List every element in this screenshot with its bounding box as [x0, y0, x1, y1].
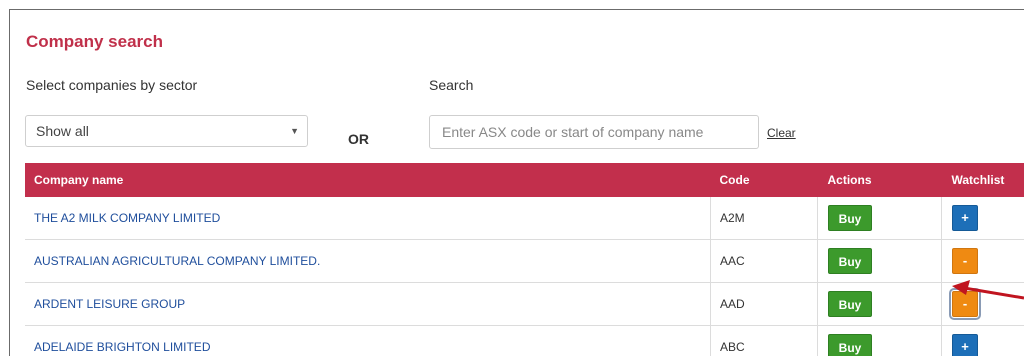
buy-button[interactable]: Buy: [828, 248, 872, 274]
company-code: AAC: [720, 254, 745, 268]
header-code[interactable]: Code: [711, 163, 818, 197]
table-row: THE A2 MILK COMPANY LIMITED A2M Buy +: [25, 197, 1024, 240]
page-title: Company search: [26, 32, 163, 51]
watchlist-add-button[interactable]: +: [952, 334, 978, 356]
watchlist-remove-button[interactable]: -: [952, 248, 978, 274]
company-search-panel: Company search Select companies by secto…: [9, 9, 1024, 356]
buy-button[interactable]: Buy: [828, 334, 872, 356]
sector-select-value: Show all: [36, 123, 89, 139]
header-actions: Actions: [827, 173, 872, 187]
table-row: ADELAIDE BRIGHTON LIMITED ABC Buy +: [25, 325, 1024, 356]
company-name-link[interactable]: AUSTRALIAN AGRICULTURAL COMPANY LIMITED.: [34, 254, 320, 268]
company-code: ABC: [720, 340, 745, 354]
header-watchlist: Watchlist: [951, 173, 1005, 187]
table-row: ARDENT LEISURE GROUP AAD Buy -: [25, 282, 1024, 326]
search-input[interactable]: [429, 115, 759, 149]
sector-label: Select companies by sector: [26, 77, 198, 93]
company-code: AAD: [720, 297, 745, 311]
company-table: Company name Code Actions Watchlist THE …: [25, 163, 1024, 356]
table-row: AUSTRALIAN AGRICULTURAL COMPANY LIMITED.…: [25, 239, 1024, 283]
company-name-link[interactable]: THE A2 MILK COMPANY LIMITED: [34, 211, 220, 225]
watchlist-add-button[interactable]: +: [952, 205, 978, 231]
company-name-link[interactable]: ARDENT LEISURE GROUP: [34, 297, 185, 311]
red-arrow-icon: [952, 280, 1024, 300]
buy-button[interactable]: Buy: [828, 291, 872, 317]
search-label: Search: [429, 77, 474, 93]
caret-down-icon: ▼: [290, 126, 299, 136]
header-company-name[interactable]: Company name: [25, 163, 711, 197]
company-code: A2M: [720, 211, 745, 225]
table-header-row: Company name Code Actions Watchlist: [25, 163, 1024, 197]
clear-link[interactable]: Clear: [767, 126, 796, 140]
sector-select[interactable]: Show all ▼: [25, 115, 308, 147]
or-label: OR: [348, 131, 369, 147]
company-name-link[interactable]: ADELAIDE BRIGHTON LIMITED: [34, 340, 210, 354]
buy-button[interactable]: Buy: [828, 205, 872, 231]
